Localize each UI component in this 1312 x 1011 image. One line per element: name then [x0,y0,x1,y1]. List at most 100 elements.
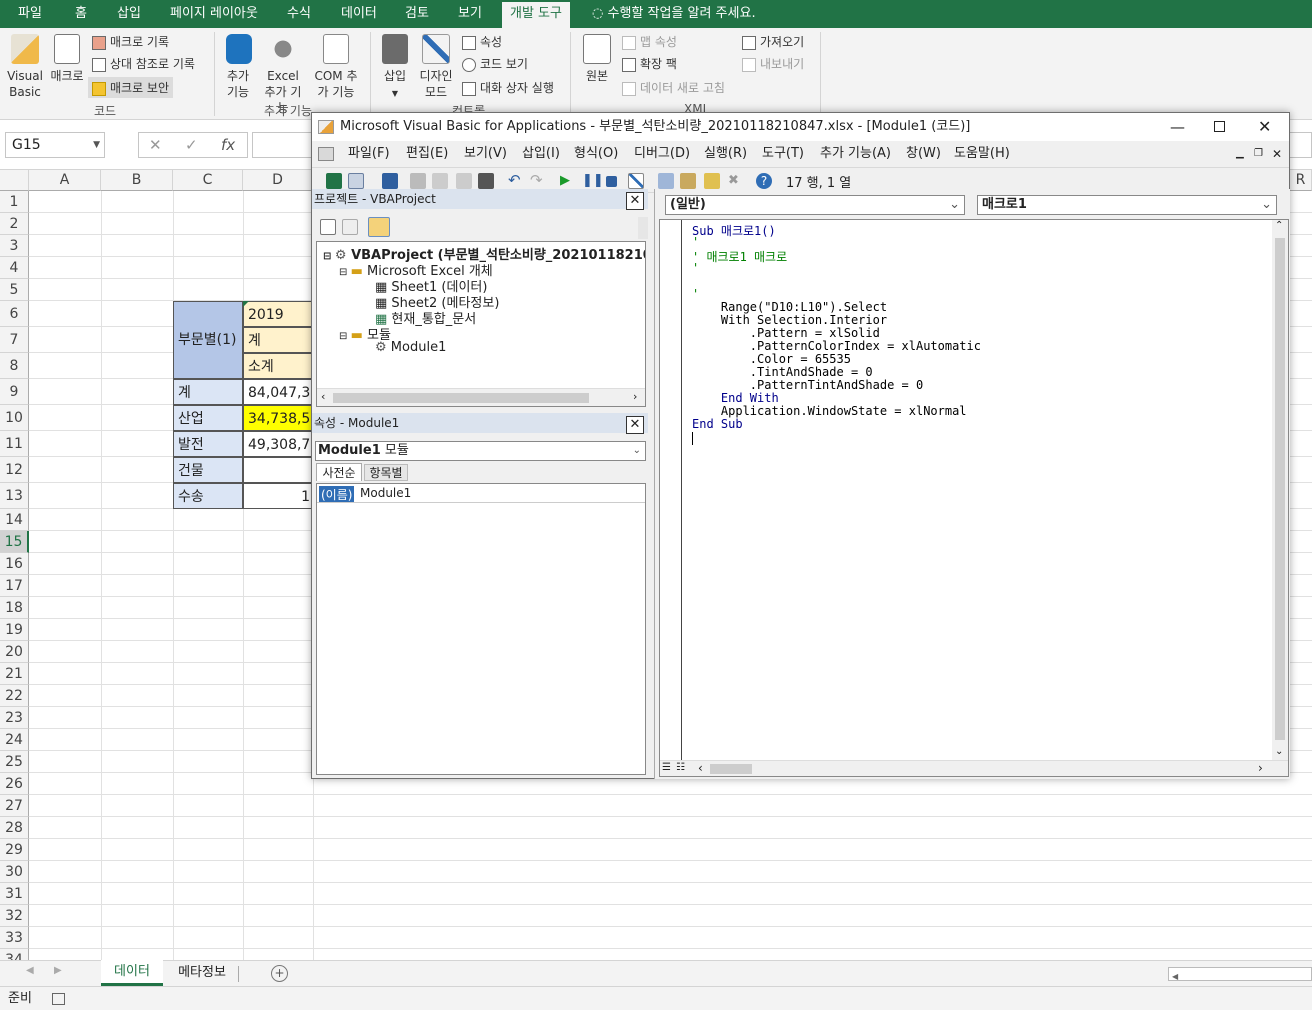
page-layout-icon[interactable] [52,993,65,1005]
margin-indicator-bar[interactable] [660,220,682,760]
menu-view[interactable]: 보기(V) [464,143,507,165]
tab-view[interactable]: 보기 [458,0,482,28]
insert-module-icon[interactable] [348,173,364,189]
menu-edit[interactable]: 편집(E) [406,143,448,165]
row-header-21[interactable]: 21 [0,663,29,685]
tab-home[interactable]: 홈 [75,0,87,28]
scroll-left-icon[interactable]: ‹ [698,761,703,775]
view-object-icon[interactable] [342,219,358,235]
row-header-20[interactable]: 20 [0,641,29,663]
enter-icon[interactable]: ✓ [185,133,198,157]
tab-insert[interactable]: 삽입 [117,0,141,28]
menu-debug[interactable]: 디버그(D) [634,143,690,165]
row-header-10[interactable]: 10 [0,405,29,431]
scroll-right-icon[interactable]: ▶ [54,965,62,976]
insert-control-button[interactable]: 삽입 ▼ [378,34,412,102]
expansion-packs-button[interactable]: 확장 팩 [622,55,677,72]
column-header-b[interactable]: B [101,170,173,191]
scroll-left-icon[interactable]: ◀ [1169,972,1178,981]
row-header-22[interactable]: 22 [0,685,29,707]
record-macro-button[interactable]: 매크로 기록 [92,33,169,50]
prop-name-value[interactable]: Module1 [360,486,411,500]
row-header-18[interactable]: 18 [0,597,29,619]
properties-button[interactable]: 속성 [462,33,502,50]
column-header-d[interactable]: D [243,170,313,191]
project-tree[interactable]: ⊟ ⚙ VBAProject (부문별_석탄소비량_20210118210847… [316,241,646,407]
cell-c12[interactable]: 건물 [173,457,243,483]
view-code-button[interactable]: 코드 보기 [462,55,528,72]
prop-name-key[interactable]: (이름) [319,486,355,503]
tab-review[interactable]: 검토 [405,0,429,28]
sheet-tab-meta[interactable]: 메타정보 [166,961,238,987]
scroll-up-icon[interactable]: ⌃ [1275,220,1283,231]
row-header-31[interactable]: 31 [0,883,29,905]
redo-icon[interactable]: ↷ [530,173,546,189]
row-header-12[interactable]: 12 [0,457,29,483]
visual-basic-button[interactable]: Visual Basic [4,34,46,100]
scroll-thumb[interactable] [333,393,589,403]
cell-c9[interactable]: 계 [173,379,243,405]
module-view-icon[interactable]: ☷ [676,762,685,773]
row-header-32[interactable]: 32 [0,905,29,927]
row-header-11[interactable]: 11 [0,431,29,457]
row-header-26[interactable]: 26 [0,773,29,795]
paste-icon[interactable] [456,173,472,189]
menu-run[interactable]: 실행(R) [704,143,747,165]
props-tab-alphabetic[interactable]: 사전순 [316,463,362,481]
menu-insert[interactable]: 삽입(I) [522,143,560,165]
row-header-30[interactable]: 30 [0,861,29,883]
cancel-icon[interactable]: ✕ [149,133,162,157]
macro-security-button[interactable]: 매크로 보안 [88,77,174,98]
scroll-right-icon[interactable]: › [1258,761,1263,775]
tree-vertical-scrollbar[interactable] [638,217,648,239]
procedure-view-icon[interactable]: ☰ [662,762,671,773]
map-properties-button[interactable]: 맵 속성 [622,33,677,50]
tab-file[interactable]: 파일 [18,0,42,28]
code-text[interactable]: Sub 매크로1() ' ' 매크로1 매크로 ' ' Range("D10:L10")… [692,222,1262,742]
export-button[interactable]: 내보내기 [742,55,804,72]
row-header-5[interactable]: 5 [0,279,29,301]
tree-horizontal-scrollbar[interactable]: ‹ › [317,388,645,406]
minimize-icon[interactable]: — [1170,113,1185,141]
cell-d12[interactable] [243,457,313,483]
object-dropdown[interactable]: (일반) ⌄ [665,195,965,215]
row-header-15[interactable]: 15 [0,531,29,553]
macros-button[interactable]: 매크로 [48,34,86,84]
maximize-icon[interactable] [1214,121,1225,132]
close-icon[interactable]: ✕ [626,416,644,434]
tell-me-search[interactable]: ◌ 수행할 작업을 알려 주세요. [592,0,756,28]
row-header-29[interactable]: 29 [0,839,29,861]
save-icon[interactable] [382,173,398,189]
name-box[interactable]: G15 ▼ [5,132,105,158]
row-header-6[interactable]: 6 [0,301,29,327]
project-explorer-icon[interactable] [658,173,674,189]
row-header-13[interactable]: 13 [0,483,29,509]
row-header-33[interactable]: 33 [0,927,29,949]
tab-formulas[interactable]: 수식 [287,0,311,28]
sheet-tab-data[interactable]: 데이터 [101,960,163,986]
view-excel-icon[interactable] [326,173,342,189]
undo-icon[interactable]: ↶ [508,173,524,189]
procedure-dropdown[interactable]: 매크로1 ⌄ [977,195,1277,215]
tab-page-layout[interactable]: 페이지 레이아웃 [170,0,258,28]
row-header-2[interactable]: 2 [0,213,29,235]
cell-c6-merged[interactable]: 부문별(1) [173,301,243,379]
copy-icon[interactable] [432,173,448,189]
scroll-thumb[interactable] [1275,238,1285,740]
scroll-left-icon[interactable]: ◀ [26,965,34,976]
row-header-25[interactable]: 25 [0,751,29,773]
cell-d8[interactable]: 소계 [243,353,313,379]
row-header-8[interactable]: 8 [0,353,29,379]
scroll-right-icon[interactable]: › [633,390,637,403]
properties-window-icon[interactable] [680,173,696,189]
object-browser-icon[interactable] [704,173,720,189]
tab-data[interactable]: 데이터 [341,0,377,28]
vbe-menu-icon[interactable] [318,147,334,161]
cell-d7[interactable]: 계 [243,327,313,353]
refresh-data-button[interactable]: 데이터 새로 고침 [622,79,725,96]
cell-c10[interactable]: 산업 [173,405,243,431]
cell-d10-highlighted[interactable]: 34,738,57 [243,405,313,431]
column-header-a[interactable]: A [29,170,101,191]
row-header-19[interactable]: 19 [0,619,29,641]
code-editor[interactable]: Sub 매크로1() ' ' 매크로1 매크로 ' ' Range("D10:L10")… [659,219,1289,777]
